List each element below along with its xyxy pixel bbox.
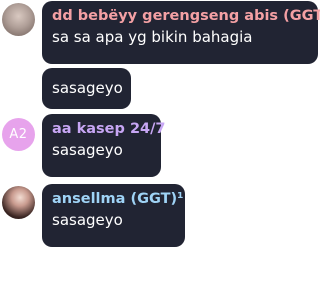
message-author[interactable]: ansellma (GGT)¹	[52, 190, 184, 209]
message-text: sasageyo	[52, 211, 123, 229]
message-author[interactable]: dd bebëyy gerengseng abis (GGT)¹	[52, 7, 320, 26]
message-text: sasageyo	[52, 79, 123, 97]
message-text: sa sa apa yg bikin bahagia	[52, 28, 253, 46]
avatar-initials: A2	[9, 127, 28, 142]
message-bubble[interactable]: ansellma (GGT)¹ sasageyo	[42, 184, 185, 247]
message-text: sasageyo	[52, 141, 123, 159]
message-bubble[interactable]: aa kasep 24/7 sasageyo	[42, 114, 166, 177]
chat-thread: dd bebëyy gerengseng abis (GGT)¹ sa sa a…	[0, 0, 320, 298]
avatar-dd-bebeyy[interactable]	[2, 3, 35, 36]
message-author[interactable]: aa kasep 24/7	[52, 120, 166, 139]
message-bubble[interactable]: dd bebëyy gerengseng abis (GGT)¹ sa sa a…	[42, 1, 320, 64]
message-bubble[interactable]: sasageyo	[42, 68, 131, 109]
avatar-ansellma[interactable]	[2, 186, 35, 219]
avatar-aa-kasep[interactable]: A2	[2, 118, 35, 151]
